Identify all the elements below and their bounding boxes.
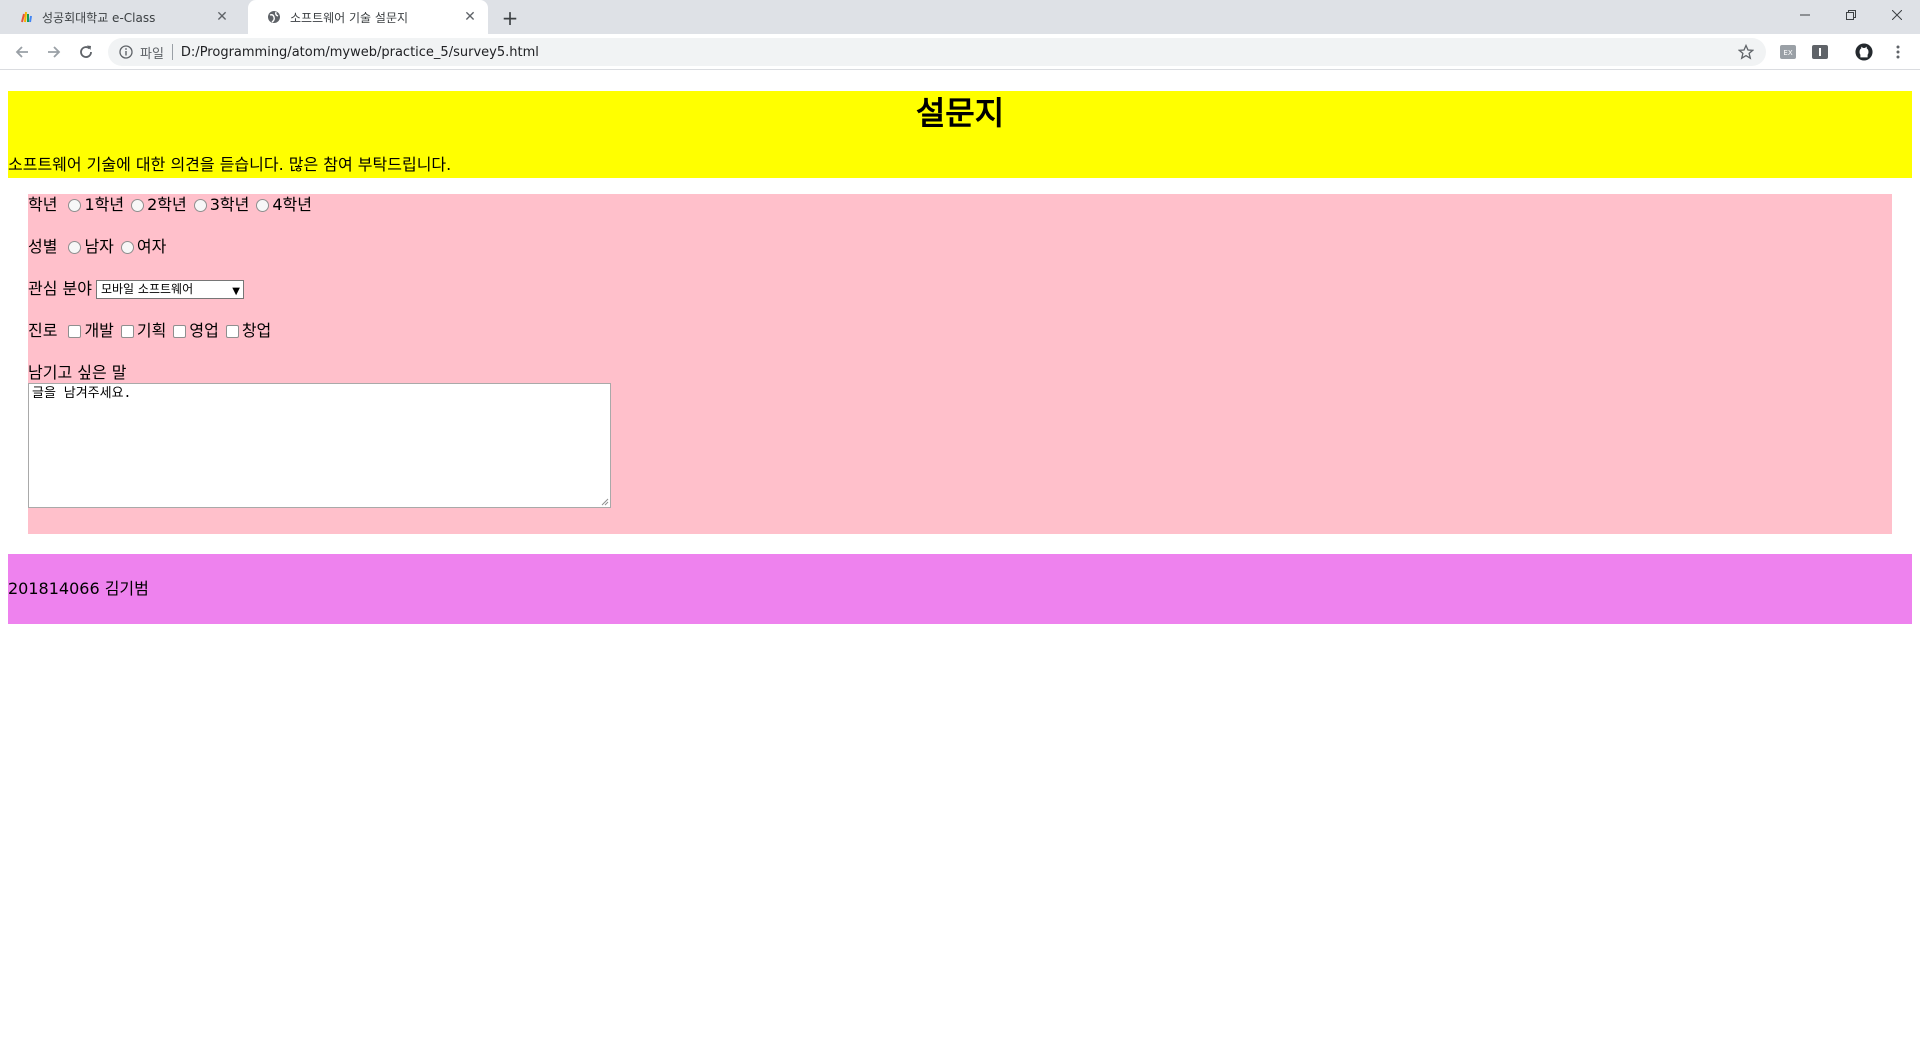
url-text[interactable]: D:/Programming/atom/myweb/practice_5/sur… [181,45,539,60]
tab-strip: 성공회대학교 e-Class ✕ 소프트웨어 기술 설문지 ✕ + [0,0,1920,34]
back-arrow-icon[interactable] [8,38,36,66]
career-checkbox-startup[interactable] [225,324,239,338]
gender-row: 성별 남자 여자 [28,236,168,258]
message-label: 남기고 싶은 말 [28,363,127,382]
divider [171,44,173,60]
menu-kebab-icon[interactable] [1889,43,1907,61]
career-row: 진로 개발 기획 영업 창업 [28,320,273,342]
interest-label: 관심 분야 [28,279,92,298]
globe-icon [266,9,282,25]
gender-label: 성별 [28,237,58,256]
eclass-logo-icon [18,9,34,25]
grade-radio-3[interactable] [193,198,207,212]
dropdown-arrow-icon: ▼ [232,285,240,297]
svg-text:EX: EX [1783,49,1792,57]
page-content: 설문지 소프트웨어 기술에 대한 의견을 듣습니다. 많은 참여 부탁드립니다.… [0,70,1920,1040]
grade-option-label: 4학년 [272,195,312,214]
career-option-label: 영업 [189,321,219,340]
grade-row: 학년 1학년 2학년 3학년 4학년 [28,194,314,216]
address-bar[interactable]: 파일 D:/Programming/atom/myweb/practice_5/… [108,38,1766,66]
grade-radio-4[interactable] [256,198,270,212]
reload-icon[interactable] [72,38,100,66]
message-textarea[interactable]: 글을 남겨주세요. [28,383,611,508]
restore-icon[interactable] [1828,0,1874,30]
grade-option-label: 3학년 [209,195,250,214]
page-subtitle: 소프트웨어 기술에 대한 의견을 듣습니다. 많은 참여 부탁드립니다. [8,155,452,174]
grade-radio-1[interactable] [68,198,82,212]
browser-toolbar: 파일 D:/Programming/atom/myweb/practice_5/… [0,34,1920,70]
extension-icon[interactable]: EX [1779,43,1797,61]
interest-select[interactable]: 모바일 소프트웨어 ▼ [95,279,244,299]
career-option-label: 기획 [136,321,167,340]
grade-label: 학년 [28,195,58,214]
minimize-icon[interactable] [1782,0,1828,30]
gender-option-label: 여자 [136,237,167,256]
window-close-icon[interactable] [1874,0,1920,30]
career-label: 진로 [28,321,58,340]
tab-survey[interactable]: 소프트웨어 기술 설문지 ✕ [248,0,488,34]
message-row: 남기고 싶은 말 [28,362,133,384]
career-option-label: 창업 [241,321,272,340]
info-icon[interactable] [118,44,134,60]
page-title: 설문지 [915,94,1005,132]
tab-title: 소프트웨어 기술 설문지 [290,10,409,25]
tab-title: 성공회대학교 e-Class [42,10,156,25]
forward-arrow-icon[interactable] [40,38,68,66]
extension-icon[interactable] [1811,43,1829,61]
career-checkbox-dev[interactable] [68,324,82,338]
career-option-label: 개발 [84,321,114,340]
message-text: 글을 남겨주세요. [32,386,132,401]
new-tab-plus-icon[interactable]: + [498,6,522,30]
star-icon[interactable] [1738,44,1754,60]
grade-radio-2[interactable] [131,198,145,212]
footer-text: 201814066 김기범 [8,579,149,598]
interest-selected-value: 모바일 소프트웨어 [100,282,194,296]
survey-footer: 201814066 김기범 [8,554,1912,624]
github-icon[interactable] [1855,43,1873,61]
grade-option-label: 1학년 [84,195,125,214]
career-checkbox-sales[interactable] [173,324,187,338]
career-checkbox-plan[interactable] [120,324,134,338]
scheme-label: 파일 [140,46,164,62]
gender-radio-male[interactable] [68,240,82,254]
resize-grip-icon[interactable] [601,498,609,506]
interest-row: 관심 분야 모바일 소프트웨어 ▼ [28,278,244,300]
gender-radio-female[interactable] [120,240,134,254]
close-icon[interactable]: ✕ [462,9,478,25]
close-icon[interactable]: ✕ [214,9,230,25]
tab-eclass[interactable]: 성공회대학교 e-Class ✕ [0,0,240,34]
grade-option-label: 2학년 [147,195,187,214]
gender-option-label: 남자 [84,237,114,256]
survey-form: 학년 1학년 2학년 3학년 4학년 성별 남자 여자 관심 분야 모바일 소프… [28,194,1892,534]
survey-header: 설문지 소프트웨어 기술에 대한 의견을 듣습니다. 많은 참여 부탁드립니다. [8,91,1912,178]
